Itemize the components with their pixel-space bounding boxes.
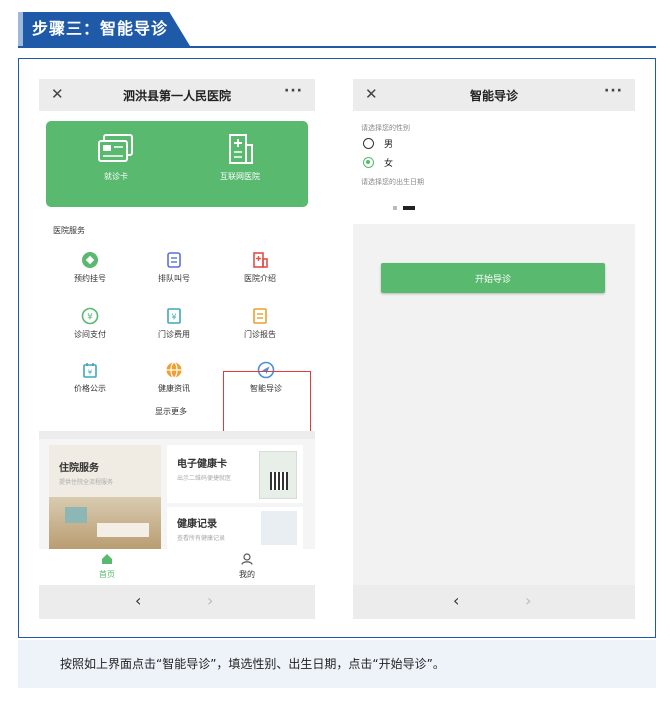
date-bar <box>403 205 415 210</box>
health-record-subtitle: 查看所有健康记录 <box>177 535 226 542</box>
svg-text:¥: ¥ <box>87 313 93 323</box>
banner-area: 住院服务 提供住院全流程服务 电子健康卡 出示二维码便捷就医 健康记录 查看所有… <box>39 439 315 549</box>
service-label: 健康资讯 <box>158 384 190 393</box>
service-news[interactable]: 健康资讯 <box>139 361 209 394</box>
service-fee[interactable]: ¥ 门诊费用 <box>139 307 209 340</box>
section-title: 医院服务 <box>53 226 85 235</box>
radio-male[interactable] <box>363 138 374 149</box>
service-report[interactable]: 门诊报告 <box>225 307 295 340</box>
inpatient-photo <box>49 497 161 549</box>
date-dot <box>393 205 397 210</box>
gender-female-label: 女 <box>384 159 394 169</box>
smart-guide-screen: ✕ 智能导诊 ··· 请选择您的性别 男 女 请选择您的出生日期 开始导诊 ‹ … <box>353 79 635 619</box>
price-icon: ¥ <box>83 363 97 378</box>
gender-option-female[interactable]: 女 <box>363 156 393 169</box>
back-arrow-icon[interactable]: ‹ <box>135 591 141 610</box>
card-icon <box>98 134 133 162</box>
birth-date-picker[interactable] <box>393 197 415 216</box>
payment-icon: ¥ <box>81 307 99 325</box>
news-icon <box>166 361 182 379</box>
service-label: 价格公示 <box>74 384 106 393</box>
health-card-banner[interactable]: 电子健康卡 出示二维码便捷就医 <box>167 445 303 503</box>
fee-icon: ¥ <box>167 308 181 324</box>
home-icon <box>102 554 112 564</box>
step-title: 步骤三：智能导诊 <box>18 12 190 46</box>
queue-icon <box>167 252 181 268</box>
show-more-link[interactable]: 显示更多 <box>155 406 187 417</box>
service-queue[interactable]: 排队叫号 <box>139 251 209 284</box>
service-label: 诊间支付 <box>74 330 106 339</box>
more-icon[interactable]: ··· <box>604 83 623 99</box>
close-icon[interactable]: ✕ <box>51 85 64 103</box>
title-bar: ✕ 泗洪县第一人民医院 ··· <box>39 79 315 111</box>
service-hospital-info[interactable]: 医院介绍 <box>225 251 295 284</box>
health-card-title: 电子健康卡 <box>177 459 227 470</box>
highlight-box <box>223 371 311 439</box>
hospital-home-screen: ✕ 泗洪县第一人民医院 ··· 就诊卡 互联网医院 医院服务 预约挂号 排队叫号… <box>39 79 315 619</box>
forward-arrow-icon[interactable]: › <box>525 591 531 610</box>
browser-nav-bar: ‹ › <box>39 585 315 619</box>
health-record-title: 健康记录 <box>177 519 217 530</box>
browser-nav-bar: ‹ › <box>353 585 635 619</box>
service-appointment[interactable]: 预约挂号 <box>55 251 125 284</box>
inpatient-subtitle: 提供住院全流程服务 <box>59 479 114 486</box>
screenshot-frame: ✕ 泗洪县第一人民医院 ··· 就诊卡 互联网医院 医院服务 预约挂号 排队叫号… <box>18 58 656 638</box>
tab-mine[interactable]: 我的 <box>217 553 277 580</box>
gender-option-male[interactable]: 男 <box>363 137 393 150</box>
card-entry[interactable]: 就诊卡 <box>56 133 176 182</box>
service-label: 排队叫号 <box>158 274 190 283</box>
step-header: 步骤三：智能导诊 <box>18 12 656 48</box>
card-entry-label: 就诊卡 <box>104 172 128 181</box>
internet-hospital-entry[interactable]: 互联网医院 <box>180 133 300 182</box>
tab-home[interactable]: 首页 <box>77 553 137 580</box>
title-bar: ✕ 智能导诊 ··· <box>353 79 635 111</box>
birth-hint: 请选择您的出生日期 <box>361 178 424 186</box>
service-label: 医院介绍 <box>244 274 276 283</box>
inpatient-title: 住院服务 <box>59 463 99 474</box>
page-title: 智能导诊 <box>469 88 518 103</box>
gender-male-label: 男 <box>384 140 394 150</box>
internet-hospital-label: 互联网医院 <box>220 172 260 181</box>
tab-home-label: 首页 <box>99 570 115 579</box>
service-label: 门诊报告 <box>244 330 276 339</box>
forward-arrow-icon[interactable]: › <box>207 591 213 610</box>
back-arrow-icon[interactable]: ‹ <box>453 591 459 610</box>
page-title: 泗洪县第一人民医院 <box>122 88 231 103</box>
service-label: 预约挂号 <box>74 274 106 283</box>
report-icon <box>253 308 267 324</box>
instruction-caption: 按照如上界面点击“智能导诊”，填选性别、出生日期，点击“开始导诊”。 <box>18 640 656 688</box>
svg-text:¥: ¥ <box>171 313 176 322</box>
close-icon[interactable]: ✕ <box>365 85 378 103</box>
hospital-info-icon <box>253 252 268 268</box>
section-divider <box>39 431 315 439</box>
user-icon <box>241 553 253 565</box>
record-image <box>261 511 297 545</box>
service-price[interactable]: ¥ 价格公示 <box>55 361 125 394</box>
tab-bar: 首页 我的 <box>39 549 315 585</box>
inpatient-banner[interactable]: 住院服务 提供住院全流程服务 <box>49 445 161 549</box>
appointment-icon <box>82 252 98 268</box>
start-guide-button[interactable]: 开始导诊 <box>381 263 605 293</box>
svg-text:¥: ¥ <box>88 369 93 377</box>
tab-mine-label: 我的 <box>239 570 255 579</box>
more-icon[interactable]: ··· <box>284 83 303 99</box>
gender-hint: 请选择您的性别 <box>361 124 410 132</box>
health-card-subtitle: 出示二维码便捷就医 <box>177 475 232 482</box>
health-record-banner[interactable]: 健康记录 查看所有健康记录 <box>167 507 303 549</box>
hospital-icon <box>229 134 253 164</box>
qr-card-image <box>259 451 297 499</box>
service-label: 门诊费用 <box>158 330 190 339</box>
quick-access-card: 就诊卡 互联网医院 <box>46 121 308 207</box>
service-payment[interactable]: ¥ 诊间支付 <box>55 307 125 340</box>
radio-female[interactable] <box>363 157 374 168</box>
